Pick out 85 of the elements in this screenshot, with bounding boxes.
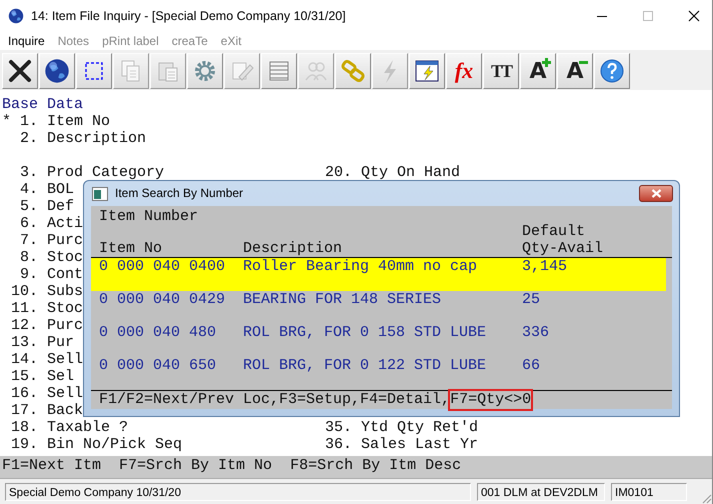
- column-header: Item No: [99, 240, 164, 257]
- toolbar-button[interactable]: fx: [446, 53, 482, 89]
- field-label: Description: [47, 130, 146, 147]
- field-number: 10.: [11, 283, 38, 300]
- field-number: 1.: [18, 113, 38, 130]
- field-label: Sell: [47, 351, 84, 368]
- close-icon: [650, 189, 662, 198]
- toolbar-button[interactable]: A: [557, 53, 593, 89]
- field-label: Pur: [47, 334, 74, 351]
- field-number: 19.: [11, 436, 38, 453]
- field-label: Prod Category: [47, 164, 164, 181]
- status-field: IM0101: [611, 482, 687, 500]
- chain-icon: [339, 57, 367, 85]
- field-number: 7.: [18, 232, 38, 249]
- field-label: Qty On Hand: [360, 164, 460, 181]
- field-number: 36.: [324, 436, 352, 453]
- result-row[interactable]: 0 000 040 0400 Roller Bearing 40mm no cap 3,145: [91, 258, 666, 291]
- field-number: 12.: [11, 317, 38, 334]
- field-number: 35.: [324, 419, 352, 436]
- field-number: 2.: [18, 130, 38, 147]
- field-label: Back: [47, 402, 84, 419]
- maximize-icon: [642, 10, 654, 22]
- field-label: Stoc: [47, 300, 84, 317]
- field-number: 11.: [11, 300, 38, 317]
- key-hint: F7=Srch By Itm No: [119, 456, 272, 476]
- field-label: Purc: [47, 232, 84, 249]
- field-number: 20.: [324, 164, 352, 181]
- close-button[interactable]: [639, 185, 673, 202]
- window-icon: [92, 186, 108, 200]
- field-number: 16.: [11, 385, 38, 402]
- key-hint: F1=Next Itm: [2, 456, 102, 476]
- key-hint: F1/F2=Next/Prev Loc,F3=Setup,F4=Detail,: [99, 391, 450, 409]
- column-header: Description: [243, 240, 344, 257]
- result-row[interactable]: 0 000 040 0429 BEARING FOR 148 SERIES 25: [91, 291, 666, 324]
- field-label: Sel: [47, 368, 74, 385]
- help-icon: [598, 57, 626, 85]
- globe-icon: [8, 8, 24, 24]
- key-hint: F8=Srch By Itm Desc: [290, 456, 462, 476]
- toolbar-button[interactable]: [76, 53, 112, 89]
- field-number: 3.: [18, 164, 38, 181]
- field-label: Ytd Qty Ret'd: [360, 419, 478, 436]
- result-row[interactable]: 0 000 040 480 ROL BRG, FOR 0 158 STD LUBE 336: [91, 324, 666, 357]
- field-number: 4.: [18, 181, 38, 198]
- field-label: Item No: [47, 113, 110, 130]
- key-hint: F7=Qty<>0: [450, 391, 532, 409]
- field-number: 5.: [18, 198, 38, 215]
- toolbar-button[interactable]: [39, 53, 75, 89]
- column-header: Default Qty-Avail: [522, 223, 604, 257]
- toolbar-button[interactable]: [594, 53, 630, 89]
- field-number: 15.: [11, 368, 38, 385]
- field-number: 14.: [11, 351, 38, 368]
- field-number: 8.: [18, 249, 38, 266]
- field-label: Cont: [47, 266, 84, 283]
- field-label: Def: [47, 198, 74, 215]
- field-label: Bin No/Pick Seq: [47, 436, 182, 453]
- window-title: 14: Item File Inquiry - [Special Demo Company 10/31/20]: [31, 9, 346, 23]
- menu-item[interactable]: Inquire: [8, 34, 45, 48]
- field-label: Sales Last Yr: [360, 436, 478, 453]
- toolbar-button[interactable]: [2, 53, 38, 89]
- field-number: 6.: [18, 215, 38, 232]
- field-label: Subs: [47, 283, 84, 300]
- field-label: Acti: [47, 215, 84, 232]
- list-heading: Item Number: [98, 208, 200, 225]
- toolbar-button[interactable]: A: [520, 53, 556, 89]
- field-number: 17.: [11, 402, 38, 419]
- field-label: Stoc: [47, 249, 84, 266]
- status-field: 001 DLM at DEV2DLM: [477, 482, 605, 500]
- section-heading: Base Data: [2, 96, 84, 113]
- close-icon[interactable]: [688, 10, 700, 22]
- globe-icon: [43, 57, 71, 85]
- toolbar-button[interactable]: [409, 53, 445, 89]
- field-label: Sell: [47, 385, 84, 402]
- result-row[interactable]: 0 000 040 650 ROL BRG, FOR 0 122 STD LUBE 66: [91, 357, 666, 390]
- required-marker: *: [2, 113, 11, 130]
- close-icon: [6, 57, 34, 85]
- dialog-title: Item Search By Number: [115, 185, 244, 202]
- field-number: 18.: [11, 419, 38, 436]
- field-number: 9.: [18, 266, 38, 283]
- field-label: Taxable ?: [47, 419, 128, 436]
- field-number: 13.: [11, 334, 38, 351]
- toolbar-button[interactable]: TT: [483, 53, 519, 89]
- field-label: BOL: [47, 181, 74, 198]
- field-label: Purc: [47, 317, 84, 334]
- status-field: Special Demo Company 10/31/20: [5, 482, 471, 500]
- resize-grip-icon: [700, 492, 712, 504]
